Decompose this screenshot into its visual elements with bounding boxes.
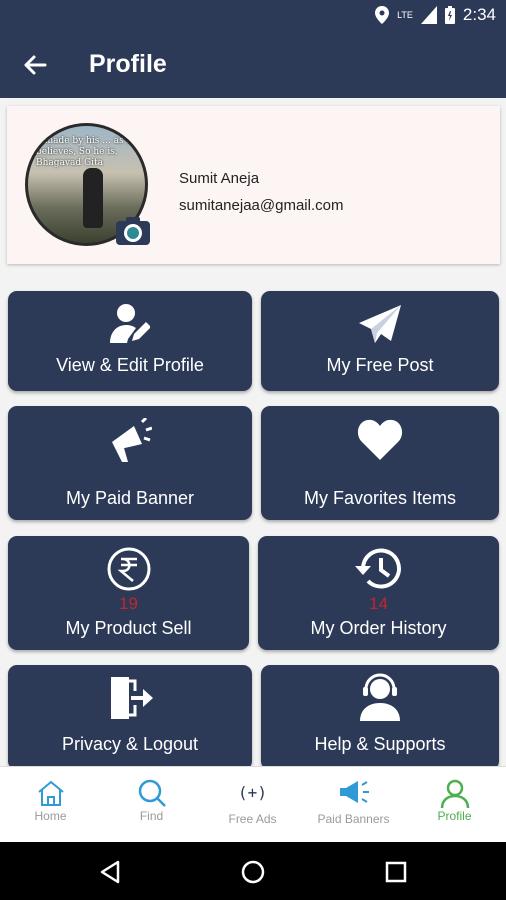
search-icon (138, 779, 166, 807)
bottom-nav: Home Find (+) Free Ads Paid Banners Prof… (0, 766, 506, 842)
profile-content: ...made by his ... as he believes, So he… (0, 98, 506, 766)
profile-name: Sumit Aneja (179, 170, 260, 187)
rupee-icon (107, 547, 150, 591)
home-icon (37, 780, 64, 806)
system-nav-bar (0, 842, 506, 900)
page-title: Profile (89, 50, 167, 78)
status-time: 2:34 (462, 5, 496, 24)
back-arrow-icon[interactable] (20, 50, 50, 80)
nav-label: Free Ads (228, 812, 277, 826)
location-icon (375, 6, 390, 24)
privacy-logout-tile[interactable]: Privacy & Logout (8, 665, 252, 766)
logout-icon (111, 677, 153, 719)
recents-nav-icon[interactable] (384, 860, 408, 884)
my-order-history-tile[interactable]: 14 My Order History (258, 536, 499, 650)
megaphone-icon (339, 781, 369, 803)
signal-icon (420, 6, 437, 24)
history-icon (354, 548, 401, 589)
nav-profile[interactable]: Profile (404, 767, 505, 843)
user-edit-icon (110, 304, 150, 343)
product-sell-count: 19 (119, 594, 138, 613)
nav-paid-banners[interactable]: Paid Banners (303, 767, 404, 843)
tile-label: My Order History (310, 618, 447, 638)
battery-icon (444, 6, 455, 24)
network-type: LTE (397, 10, 413, 20)
help-supports-tile[interactable]: Help & Supports (261, 665, 499, 766)
tile-label: My Product Sell (65, 618, 192, 638)
nav-label: Profile (437, 809, 472, 823)
megaphone-icon (112, 418, 152, 462)
heart-icon (357, 419, 403, 460)
tile-label: Privacy & Logout (61, 734, 199, 754)
nav-label: Find (139, 809, 164, 823)
tile-label: Help & Supports (314, 734, 446, 754)
nav-home[interactable]: Home (0, 767, 101, 843)
tile-label: My Favorites Items (303, 488, 457, 508)
my-favorites-items-tile[interactable]: My Favorites Items (261, 406, 499, 520)
avatar-quote: ...made by his ... as he believes, So he… (36, 136, 138, 168)
my-paid-banner-tile[interactable]: My Paid Banner (8, 406, 252, 520)
support-icon (360, 673, 400, 721)
camera-icon[interactable] (115, 216, 151, 246)
app-bar: Profile (0, 32, 506, 98)
plus-icon: (+) (238, 783, 267, 802)
profile-email: sumitanejaa@gmail.com (179, 197, 344, 214)
back-nav-icon[interactable] (98, 859, 124, 885)
tile-label: View & Edit Profile (56, 355, 204, 375)
nav-free-ads[interactable]: (+) Free Ads (202, 767, 303, 843)
status-bar: LTE 2:34 (0, 0, 506, 32)
my-product-sell-tile[interactable]: 19 My Product Sell (8, 536, 249, 650)
profile-card: ...made by his ... as he believes, So he… (7, 106, 500, 264)
tile-label: My Free Post (326, 355, 434, 375)
view-edit-profile-tile[interactable]: View & Edit Profile (8, 291, 252, 391)
nav-label: Paid Banners (317, 812, 390, 826)
nav-find[interactable]: Find (101, 767, 202, 843)
paper-plane-icon (359, 305, 401, 343)
nav-label: Home (34, 809, 67, 823)
profile-icon (440, 779, 469, 809)
tile-label: My Paid Banner (65, 488, 195, 508)
home-nav-icon[interactable] (240, 859, 266, 885)
order-history-count: 14 (369, 594, 388, 613)
my-free-post-tile[interactable]: My Free Post (261, 291, 499, 391)
avatar-figure (83, 168, 103, 228)
